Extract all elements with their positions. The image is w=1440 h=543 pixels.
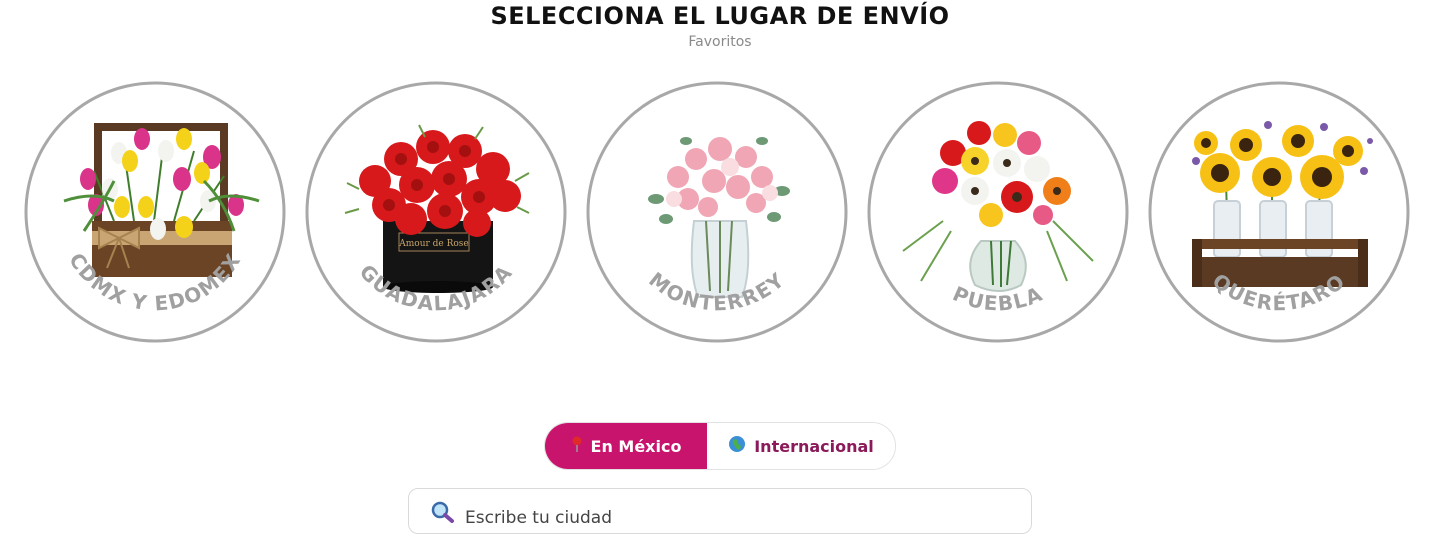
monterrey-bouquet-image: MONTERREY [586,81,848,343]
favorite-puebla[interactable]: PUEBLA [867,81,1129,343]
search-icon [431,501,455,523]
city-search-input[interactable] [465,501,1005,533]
favorite-guadalajara[interactable]: Amour de Rose GUADALAJARA [305,81,567,343]
queretaro-bouquet-image: QUERÉTARO [1148,81,1410,343]
favorite-monterrey[interactable]: MONTERREY [586,81,848,343]
tab-en-mexico-label: En México [590,436,682,456]
favorite-cdmx[interactable]: CDMX Y EDOMEX [24,81,286,343]
tab-internacional-label: Internacional [754,436,874,456]
tab-internacional[interactable]: Internacional [707,423,895,469]
favorite-queretaro[interactable]: QUERÉTARO [1148,81,1410,343]
city-search-box [408,488,1032,534]
cdmx-bouquet-image: CDMX Y EDOMEX [24,81,286,343]
page-title: SELECCIONA EL LUGAR DE ENVÍO [490,2,950,30]
pin-icon [571,436,583,456]
guadalajara-bouquet-image: Amour de Rose GUADALAJARA [305,81,567,343]
hatbox-label: Amour de Rose [398,239,469,249]
location-tabs: En México Internacional [544,422,896,470]
tab-en-mexico[interactable]: En México [545,423,707,469]
globe-icon [728,435,746,457]
favorites-subtitle: Favoritos [688,34,752,50]
puebla-bouquet-image: PUEBLA [867,81,1129,343]
